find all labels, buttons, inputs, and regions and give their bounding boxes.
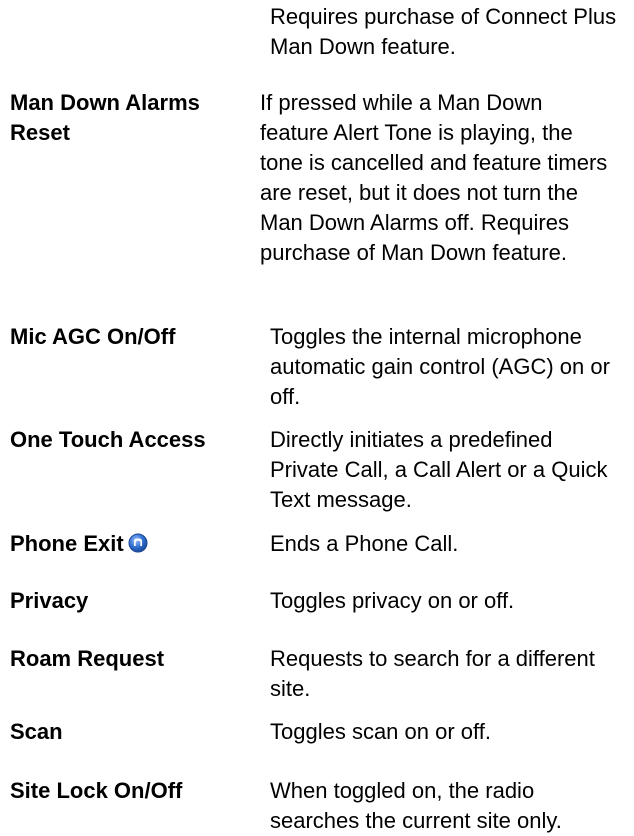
feature-term: Man Down Alarms Reset [10,90,200,145]
feature-term: Roam Request [10,646,165,671]
feature-description: Toggles the internal microphone automati… [270,324,610,409]
feature-row-scan: Scan Toggles scan on or off. [0,717,620,747]
feature-row-connect-plus: Requires purchase of Connect Plus Man Do… [0,2,620,62]
feature-description: Requests to search for a different site. [270,646,595,701]
feature-description: When toggled on, the radio searches the … [270,778,562,833]
feature-description: Toggles privacy on or off. [270,588,515,613]
feature-term-label: Phone Exit [10,531,124,556]
feature-row-privacy: Privacy Toggles privacy on or off. [0,586,620,616]
feature-term: Mic AGC On/Off [10,324,176,349]
feature-description: Toggles scan on or off. [270,719,491,744]
phone-icon [128,531,148,553]
feature-term: Site Lock On/Off [10,778,183,803]
feature-row-phone-exit: Phone Exit Ends a Phone Call. [0,529,620,559]
feature-row-mic-agc: Mic AGC On/Off Toggles the internal micr… [0,322,620,412]
feature-term: Privacy [10,588,89,613]
feature-row-man-down-alarms-reset: Man Down Alarms Reset If pressed while a… [0,88,610,268]
feature-description: If pressed while a Man Down feature Aler… [260,90,608,265]
feature-row-one-touch-access: One Touch Access Directly initiates a pr… [0,425,620,515]
feature-term: Phone Exit [0,529,260,559]
feature-description: Ends a Phone Call. [270,531,459,556]
feature-description: Directly initiates a predefined Private … [270,427,608,512]
feature-term: Scan [10,719,63,744]
feature-table: Requires purchase of Connect Plus Man Do… [0,0,634,834]
feature-description: Requires purchase of Connect Plus Man Do… [270,4,617,59]
feature-term: One Touch Access [10,427,206,452]
feature-row-site-lock: Site Lock On/Off When toggled on, the ra… [0,776,620,836]
feature-row-roam-request: Roam Request Requests to search for a di… [0,644,620,704]
